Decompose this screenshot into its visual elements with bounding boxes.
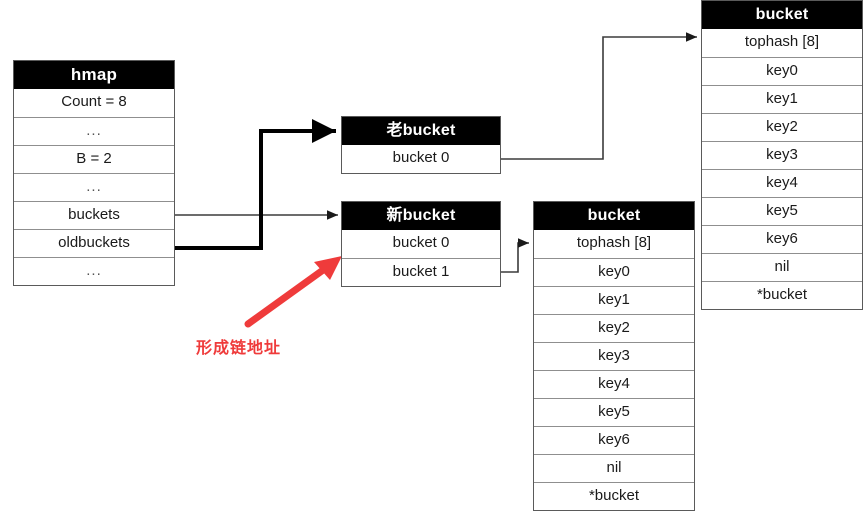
wire-newbucket1-to-bucket-bottom [501,238,529,273]
old-bucket-table: 老bucket bucket 0 [341,116,501,174]
hmap-table: hmap Count = 8 ... B = 2 ... buckets old… [13,60,175,286]
new-bucket-table: 新bucket bucket 0 bucket 1 [341,201,501,287]
bucket-bottom-row-nil: nil [534,454,694,482]
bucket-top-row-key4: key4 [702,169,862,197]
new-bucket-row-0: bucket 0 [342,230,500,258]
old-bucket-row-0: bucket 0 [342,145,500,173]
bucket-top-row-nil: nil [702,253,862,281]
bucket-bottom-row-key4: key4 [534,370,694,398]
bucket-top-row-key0: key0 [702,57,862,85]
bucket-top-row-overflow: *bucket [702,281,862,309]
bucket-bottom-row-overflow: *bucket [534,482,694,510]
bucket-bottom-header: bucket [534,202,694,230]
bucket-top-header: bucket [702,1,862,29]
bucket-top-table: bucket tophash [8] key0 key1 key2 key3 k… [701,0,863,310]
diagram-canvas: hmap Count = 8 ... B = 2 ... buckets old… [0,0,865,518]
bucket-top-row-key1: key1 [702,85,862,113]
bucket-top-row-key3: key3 [702,141,862,169]
bucket-bottom-row-key6: key6 [534,426,694,454]
bucket-bottom-row-key1: key1 [534,286,694,314]
new-bucket-row-1: bucket 1 [342,258,500,286]
bucket-top-row-key6: key6 [702,225,862,253]
hmap-row-ellipsis-3: ... [14,257,174,285]
chain-address-arrow [244,256,342,328]
hmap-row-buckets: buckets [14,201,174,229]
bucket-bottom-row-tophash: tophash [8] [534,230,694,258]
hmap-row-ellipsis-2: ... [14,173,174,201]
chain-address-label: 形成链地址 [196,338,282,357]
bucket-bottom-row-key2: key2 [534,314,694,342]
hmap-row-oldbuckets: oldbuckets [14,229,174,257]
wire-oldbucket0-to-bucket-top [501,32,697,160]
hmap-header: hmap [14,61,174,89]
wire-oldbuckets-to-oldbucket [175,119,336,250]
old-bucket-header: 老bucket [342,117,500,145]
bucket-bottom-row-key5: key5 [534,398,694,426]
hmap-row-count: Count = 8 [14,89,174,117]
hmap-row-b: B = 2 [14,145,174,173]
bucket-bottom-table: bucket tophash [8] key0 key1 key2 key3 k… [533,201,695,511]
bucket-bottom-row-key0: key0 [534,258,694,286]
bucket-top-row-key2: key2 [702,113,862,141]
hmap-row-ellipsis-1: ... [14,117,174,145]
bucket-bottom-row-key3: key3 [534,342,694,370]
bucket-top-row-tophash: tophash [8] [702,29,862,57]
new-bucket-header: 新bucket [342,202,500,230]
bucket-top-row-key5: key5 [702,197,862,225]
